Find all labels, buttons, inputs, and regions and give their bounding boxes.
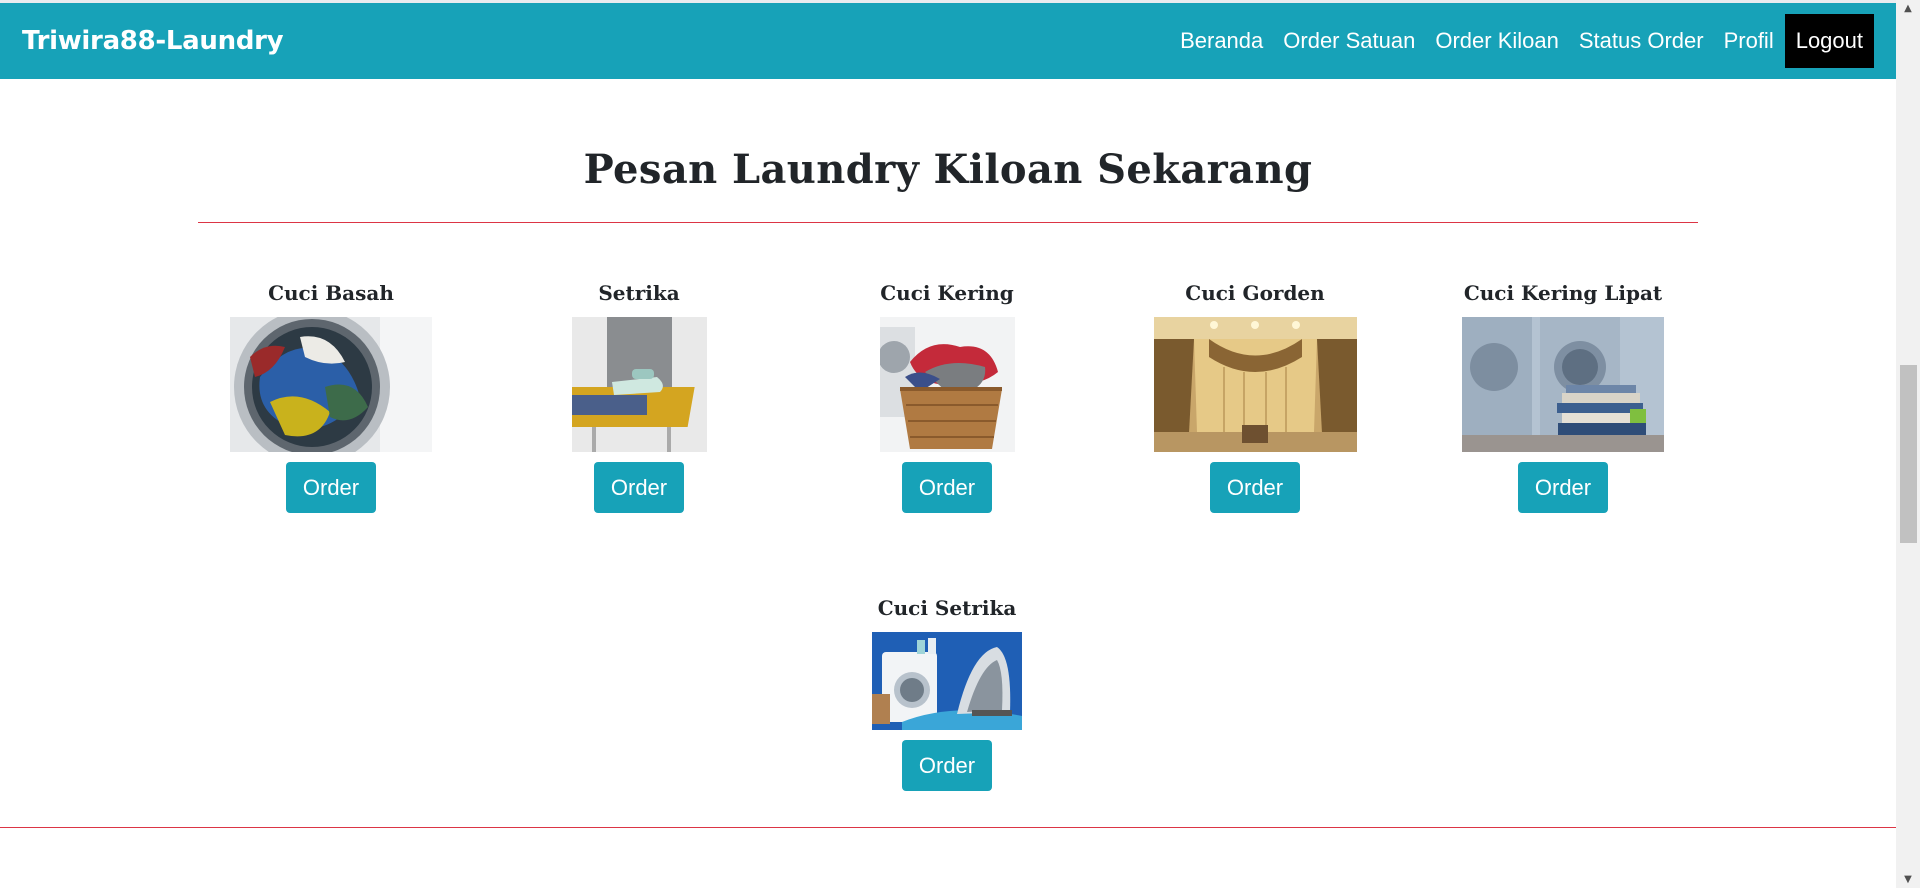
service-card-setrika: Setrika Order	[489, 278, 789, 513]
scroll-up-arrow-icon[interactable]: ▲	[1896, 0, 1920, 17]
laundry-basket-image	[879, 317, 1015, 452]
washer-and-iron-image	[872, 632, 1022, 730]
order-button-cuci-kering[interactable]: Order	[902, 462, 992, 513]
folded-laundry-image	[1462, 317, 1664, 452]
service-title: Setrika	[598, 281, 680, 305]
title-divider	[198, 222, 1698, 223]
service-title: Cuci Gorden	[1185, 281, 1325, 305]
order-button-cuci-gorden[interactable]: Order	[1210, 462, 1300, 513]
curtains-image	[1153, 317, 1357, 452]
nav-links: Beranda Order Satuan Order Kiloan Status…	[1170, 3, 1874, 79]
navbar-brand[interactable]: Triwira88-Laundry	[22, 26, 284, 56]
service-card-cuci-kering: Cuci Kering Order	[797, 278, 1097, 513]
nav-link-order-satuan[interactable]: Order Satuan	[1273, 28, 1425, 54]
order-button-cuci-kering-lipat[interactable]: Order	[1518, 462, 1608, 513]
ironing-image	[571, 317, 707, 452]
service-title: Cuci Kering	[880, 281, 1014, 305]
service-title: Cuci Basah	[268, 281, 394, 305]
nav-link-order-kiloan[interactable]: Order Kiloan	[1425, 28, 1569, 54]
service-card-cuci-basah: Cuci Basah Order	[181, 278, 481, 513]
washing-machine-drum-image	[230, 317, 432, 452]
navbar: Triwira88-Laundry Beranda Order Satuan O…	[0, 3, 1896, 79]
order-button-cuci-setrika[interactable]: Order	[902, 740, 992, 791]
nav-link-beranda[interactable]: Beranda	[1170, 28, 1273, 54]
service-title: Cuci Kering Lipat	[1463, 281, 1663, 305]
scroll-thumb[interactable]	[1900, 365, 1917, 543]
logout-button[interactable]: Logout	[1784, 14, 1874, 68]
order-button-setrika[interactable]: Order	[594, 462, 684, 513]
service-card-cuci-setrika: Cuci Setrika Order	[797, 593, 1097, 791]
vertical-scrollbar[interactable]: ▲ ▼	[1896, 0, 1920, 888]
section-divider	[0, 827, 1896, 828]
page-title: Pesan Laundry Kiloan Sekarang	[583, 146, 1313, 193]
service-card-cuci-kering-lipat: Cuci Kering Lipat Order	[1413, 278, 1713, 513]
nav-link-profil[interactable]: Profil	[1714, 28, 1784, 54]
service-title: Cuci Setrika	[877, 596, 1017, 620]
nav-link-status-order[interactable]: Status Order	[1569, 28, 1714, 54]
service-card-cuci-gorden: Cuci Gorden Order	[1105, 278, 1405, 513]
order-button-cuci-basah[interactable]: Order	[286, 462, 376, 513]
scroll-down-arrow-icon[interactable]: ▼	[1896, 871, 1920, 888]
